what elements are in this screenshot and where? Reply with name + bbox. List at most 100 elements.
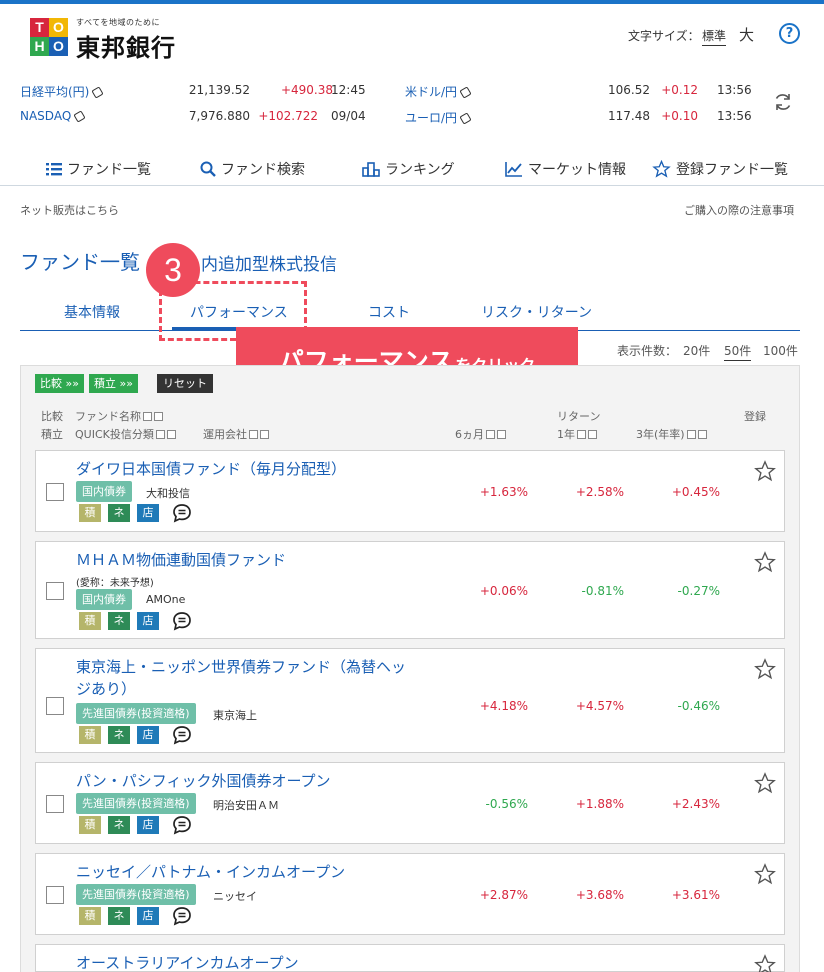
search-icon (200, 161, 216, 177)
market-name-link[interactable]: NASDAQ (20, 109, 86, 123)
favorite-star-icon[interactable] (754, 460, 776, 482)
comment-icon[interactable] (172, 503, 192, 523)
nav-fund-list[interactable]: ファンド一覧 (46, 159, 151, 179)
tab-risk-return[interactable]: リスク・リターン (481, 302, 592, 322)
logo-cell: O (49, 37, 68, 56)
comment-icon[interactable] (172, 815, 192, 835)
market-name: 日経平均(円) (20, 85, 90, 99)
sort-icon[interactable] (249, 430, 258, 439)
return-m6: +1.63% (479, 485, 528, 499)
star-icon (652, 160, 671, 178)
nav-fund-search[interactable]: ファンド検索 (200, 159, 305, 179)
compare-checkbox[interactable] (46, 795, 64, 813)
purchase-notes-link[interactable]: ご購入の際の注意事項 (684, 202, 794, 218)
font-size-label: 文字サイズ： (628, 29, 700, 43)
market-time: 09/04 (331, 109, 366, 123)
reset-button[interactable]: リセット (157, 374, 213, 393)
fund-name-line: ダイワ日本国債ファンド（毎月分配型） (76, 460, 347, 478)
return-y3: +0.45% (671, 485, 720, 499)
market-name-link[interactable]: ユーロ/円 (405, 109, 472, 126)
external-link-icon (73, 110, 86, 123)
sales-channel-tag: ネ (108, 504, 130, 522)
favorite-star-icon[interactable] (754, 551, 776, 573)
fund-name-line: ジあり） (76, 680, 137, 698)
market-value: 7,976.880 (188, 109, 250, 123)
header-1y[interactable]: 1年 (557, 426, 597, 442)
compare-checkbox[interactable] (46, 483, 64, 501)
compare-checkbox[interactable] (46, 582, 64, 600)
header-3y[interactable]: 3年(年率) (636, 426, 707, 442)
fund-name-link[interactable]: オーストラリアインカムオープン (76, 952, 299, 972)
sales-channel-tag: 店 (137, 612, 159, 630)
display-count-option[interactable]: 20件 (683, 342, 710, 359)
bank-logo[interactable]: T O H O (30, 18, 68, 56)
sort-icon[interactable] (697, 430, 707, 439)
help-icon[interactable]: ? (779, 23, 800, 44)
tab-basic-info[interactable]: 基本情報 (64, 302, 120, 322)
sort-icon[interactable] (166, 430, 176, 439)
sort-icon[interactable] (577, 430, 586, 439)
nav-market-info[interactable]: マーケット情報 (505, 159, 626, 179)
comment-icon[interactable] (172, 611, 192, 631)
favorite-star-icon[interactable] (754, 658, 776, 680)
sort-icon[interactable] (588, 430, 597, 439)
nav-ranking[interactable]: ランキング (362, 159, 455, 179)
favorite-star-icon[interactable] (754, 954, 776, 972)
tab-cost[interactable]: コスト (368, 302, 410, 322)
market-name: ユーロ/円 (405, 111, 458, 125)
sales-channel-tag: 店 (137, 907, 159, 925)
fund-name-link[interactable]: ダイワ日本国債ファンド（毎月分配型） (76, 458, 346, 480)
sales-channel-tag: ネ (108, 726, 130, 744)
refresh-icon[interactable] (772, 91, 794, 113)
accumulate-button[interactable]: 積立 »» (89, 374, 138, 393)
net-sales-link[interactable]: ネット販売はこちら (20, 202, 119, 218)
return-y1: +1.88% (575, 797, 624, 811)
sales-channel-tag: 積 (79, 612, 101, 630)
return-m6: +0.06% (479, 584, 528, 598)
header-6m[interactable]: 6ヵ月 (455, 426, 506, 442)
fund-name-link[interactable]: 東京海上・ニッポン世界債券ファンド（為替ヘッ ジあり） (76, 656, 406, 700)
comment-icon[interactable] (172, 725, 192, 745)
header-company[interactable]: 運用会社 (203, 426, 269, 442)
comment-icon[interactable] (172, 906, 192, 926)
fund-company: 東京海上 (213, 709, 257, 722)
header-quick-class[interactable]: QUICK投信分類 (75, 426, 176, 442)
fund-name-link[interactable]: パン・パシフィック外国債券オープン (76, 770, 331, 792)
fund-card: ダイワ日本国債ファンド（毎月分配型） 国内債券 大和投信積ネ店 +1.63% +2.58… (35, 450, 785, 532)
compare-checkbox[interactable] (46, 697, 64, 715)
sort-icon[interactable] (486, 430, 495, 439)
header-returns: リターン (557, 410, 601, 423)
display-count-option-selected[interactable]: 50件 (724, 342, 752, 361)
font-size-large-button[interactable]: 大 (739, 24, 754, 45)
compare-button[interactable]: 比較 »» (35, 374, 84, 393)
nav-registered-funds[interactable]: 登録ファンド一覧 (652, 159, 788, 179)
external-link-icon (459, 86, 472, 99)
page-title: ファンド一覧 (20, 250, 140, 274)
return-y3: +2.43% (671, 797, 720, 811)
sort-icon[interactable] (497, 430, 506, 439)
sort-icon[interactable] (260, 430, 269, 439)
compare-checkbox[interactable] (46, 886, 64, 904)
market-name-link[interactable]: 米ドル/円 (405, 83, 472, 100)
sort-icon[interactable] (155, 430, 165, 439)
sales-channel-tag: 店 (137, 504, 159, 522)
font-size-standard-button[interactable]: 標準 (702, 27, 727, 46)
market-name-link[interactable]: 日経平均(円) (20, 83, 105, 100)
market-change: +0.12 (661, 83, 698, 97)
sort-icon[interactable] (143, 412, 152, 421)
favorite-star-icon[interactable] (754, 863, 776, 885)
return-m6: +4.18% (479, 699, 528, 713)
bank-tagline: すべてを地域のために (76, 18, 160, 27)
fund-name-link[interactable]: ニッセイ／パトナム・インカムオープン (76, 861, 345, 883)
market-value: 106.52 (608, 83, 650, 97)
sort-icon[interactable] (686, 430, 696, 439)
top-accent-bar (0, 0, 824, 4)
header-fund-name[interactable]: ファンド名称 (75, 408, 163, 424)
favorite-star-icon[interactable] (754, 772, 776, 794)
header-compare: 比較 (41, 410, 63, 423)
display-count-option[interactable]: 100件 (763, 342, 798, 359)
sort-icon[interactable] (154, 412, 163, 421)
market-name: 米ドル/円 (405, 85, 458, 99)
market-change: +102.722 (258, 109, 318, 123)
fund-name-link[interactable]: ＭＨＡＭ物価連動国債ファンド (76, 549, 286, 571)
